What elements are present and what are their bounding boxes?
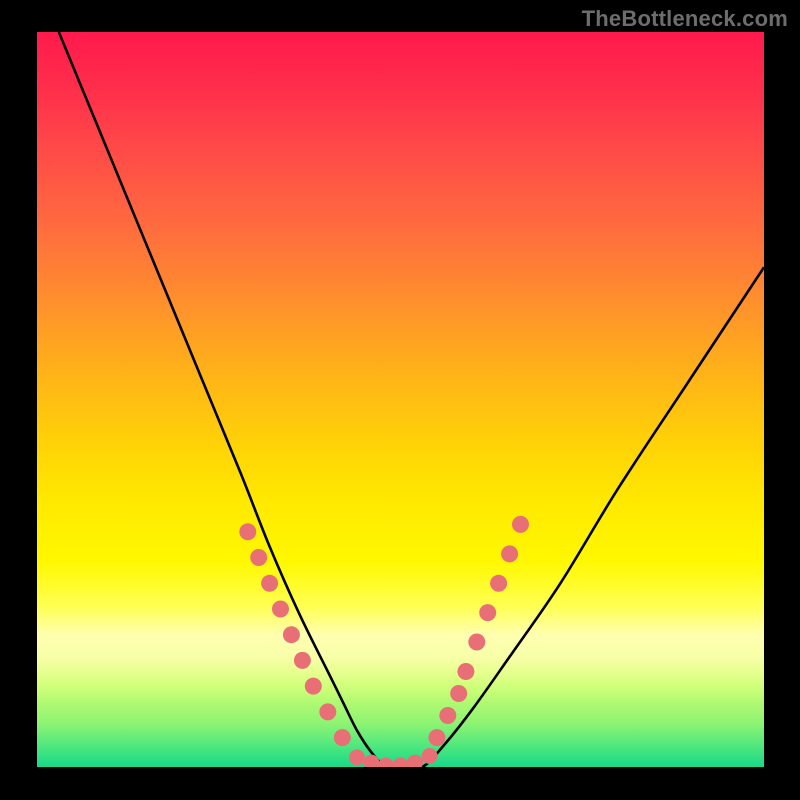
data-marker	[468, 634, 485, 651]
plot-area	[37, 32, 764, 767]
outer-frame: TheBottleneck.com	[0, 0, 800, 800]
data-marker	[319, 703, 336, 720]
data-marker	[239, 523, 256, 540]
data-marker	[378, 758, 394, 768]
data-marker	[334, 729, 351, 746]
data-marker	[422, 748, 438, 764]
data-marker	[428, 729, 445, 746]
data-marker	[305, 678, 322, 695]
data-marker	[490, 575, 507, 592]
watermark-text: TheBottleneck.com	[582, 6, 788, 32]
data-marker	[407, 755, 423, 767]
data-marker	[512, 516, 529, 533]
data-marker	[393, 758, 409, 768]
data-marker	[294, 652, 311, 669]
data-marker	[457, 663, 474, 680]
bottleneck-curve	[59, 32, 764, 767]
data-marker	[283, 626, 300, 643]
data-marker	[250, 549, 267, 566]
data-marker	[363, 755, 379, 767]
data-markers	[239, 516, 529, 767]
data-marker	[349, 749, 365, 765]
data-marker	[439, 707, 456, 724]
data-marker	[450, 685, 467, 702]
data-marker	[479, 604, 496, 621]
data-marker	[501, 545, 518, 562]
data-marker	[261, 575, 278, 592]
chart-svg	[37, 32, 764, 767]
data-marker	[272, 601, 289, 618]
